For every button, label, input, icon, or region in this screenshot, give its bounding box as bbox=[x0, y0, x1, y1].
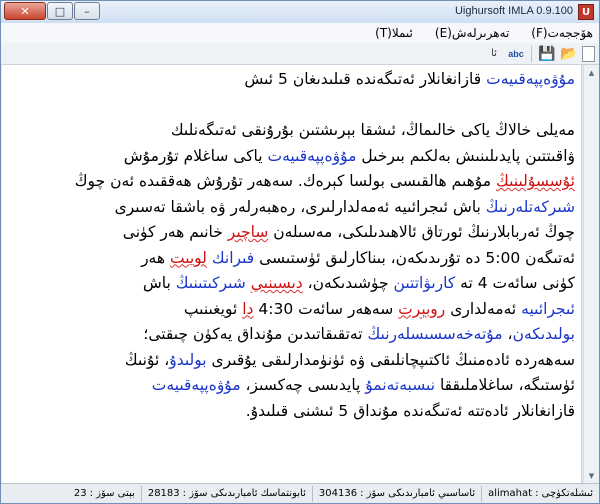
highlighted-word: شىركەتلەرنىڭ bbox=[485, 197, 575, 216]
app-logo-icon: U bbox=[578, 4, 594, 20]
text-run: باش bbox=[142, 274, 176, 292]
status-page-words: بېتى سۆز : 23 bbox=[68, 486, 141, 502]
document-line: مۇۋەپپەقىيەت قازانغانلار ئەتىگەندە قىلىد… bbox=[8, 67, 575, 93]
status-total-words-label: ئاساسىي ئامبارىدىكى سۆز : bbox=[360, 488, 476, 499]
status-custom-words-label: ئابونتماسك ئامبارىدىكى سۆز : bbox=[182, 488, 306, 499]
status-total-words-value: 304136 bbox=[318, 488, 358, 499]
text-run: ھەر bbox=[141, 248, 170, 267]
document-line: ۋاقىتتىن پايدىلىنىش بەلكىم بىرخىل مۇۋەپپ… bbox=[8, 144, 575, 170]
misspelled-word[interactable]: دا bbox=[242, 300, 253, 318]
document-line: بولىدىكەن، مۇتەخەسسىسلەرنىڭ تەتقىقاتىدىن… bbox=[8, 322, 575, 348]
toolbar: 📂 💾 abc ئا bbox=[1, 43, 599, 65]
open-folder-icon[interactable]: 📂 bbox=[560, 45, 578, 63]
highlighted-word: نىسبەتەنمۇ bbox=[365, 376, 436, 394]
text-run: ، bbox=[502, 325, 513, 343]
window-title: Uighursoft IMLA 0.9.100 bbox=[454, 5, 573, 17]
menu-bar: ھۆججەت(F) تەھرىرلەش(E) ئىملا(T) bbox=[1, 23, 599, 43]
status-bar: ئىشلەتكۈچى : alimahat ئاساسىي ئامبارىدىك… bbox=[1, 483, 599, 503]
scroll-down-arrow-icon[interactable]: ▼ bbox=[584, 468, 599, 483]
text-run: ۋاقىتتىن پايدىلىنىش بەلكىم بىرخىل bbox=[356, 146, 575, 165]
misspelled-word[interactable]: دىسىنىي bbox=[251, 274, 303, 292]
menu-edit[interactable]: تەھرىرلەش(E) bbox=[435, 26, 509, 40]
new-document-icon[interactable] bbox=[582, 45, 595, 62]
text-run: ياكى ساغلام تۇرمۇش bbox=[123, 146, 268, 165]
misspelled-word[interactable]: روبېرت bbox=[398, 300, 445, 318]
document-line: ئىجرائىيە ئەمەلدارى روبېرت سەھەر سائەت 4… bbox=[8, 297, 575, 323]
status-user-value: alimahat bbox=[488, 488, 533, 499]
highlighted-word: بولىدىكەن bbox=[512, 325, 575, 343]
document-line: مەيلى خالاڭ ياكى خالىماڭ، ئىشقا بېرىشتىن… bbox=[8, 118, 575, 144]
text-run: سەھەردە ئادەمنىڭ ئاكتىپچانلىقى ۋە ئۈنۈمد… bbox=[206, 350, 576, 369]
text-run: تەتقىقاتىدىن مۇنداق يەكۈن چىقتى؛ bbox=[143, 325, 368, 343]
highlighted-word: مۇتەخەسسىسلەرنىڭ bbox=[367, 325, 503, 343]
text-run: چوڭ ئەربابلارنىڭ ئورتاق ئالاھىدىلىكى، مە… bbox=[268, 223, 575, 241]
highlighted-word: بولىدۇ bbox=[169, 350, 207, 369]
text-run: ئۈستىگە، ساغلاملىققا bbox=[435, 376, 575, 394]
status-custom-words: ئابونتماسك ئامبارىدىكى سۆز : 28183 bbox=[140, 485, 312, 502]
text-run: قازانغانلار ئادەتتە ئەتىگەندە مۇنداق 5 ئ… bbox=[245, 401, 575, 420]
status-page-words-value: 23 bbox=[73, 488, 87, 499]
highlighted-word: مۇۋەپپەقىيەت bbox=[267, 146, 357, 165]
minimize-button[interactable]: – bbox=[74, 2, 100, 20]
document-line: قازانغانلار ئادەتتە ئەتىگەندە مۇنداق 5 ئ… bbox=[8, 399, 575, 425]
spell-check-icon[interactable]: abc bbox=[507, 45, 525, 63]
highlighted-word: كارىۋاتتىن bbox=[393, 274, 456, 292]
text-run: چۈشىدىكەن، bbox=[302, 274, 394, 292]
document-line: چوڭ ئەربابلارنىڭ ئورتاق ئالاھىدىلىكى، مە… bbox=[8, 220, 575, 246]
document-line: شىركەتلەرنىڭ باش ئىجرائىيە ئەمەلدارلىرى،… bbox=[8, 195, 575, 221]
document-line: ئۈستىگە، ساغلاملىققا نىسبەتەنمۇ پايدىسى … bbox=[8, 373, 575, 399]
window-controls: ✕ □ – bbox=[4, 2, 100, 20]
text-editor[interactable]: مۇۋەپپەقىيەت قازانغانلار ئەتىگەندە قىلىد… bbox=[2, 65, 582, 483]
highlighted-word: مۇۋەپپەقىيەت bbox=[486, 70, 575, 88]
status-user-label: ئىشلەتكۈچى : bbox=[535, 488, 593, 499]
status-total-words: ئاساسىي ئامبارىدىكى سۆز : 304136 bbox=[311, 485, 481, 502]
status-page-words-label: بېتى سۆز : bbox=[89, 488, 135, 499]
status-user: ئىشلەتكۈچى : alimahat bbox=[481, 485, 599, 502]
misspelled-word[interactable]: لويىت bbox=[170, 249, 207, 267]
status-custom-words-value: 28183 bbox=[147, 488, 180, 499]
app-window: ✕ □ – Uighursoft IMLA 0.9.100 U ھۆججەت(F… bbox=[0, 0, 600, 504]
toolbar-separator bbox=[531, 45, 532, 62]
menu-file[interactable]: ھۆججەت(F) bbox=[531, 26, 593, 40]
highlighted-word: مۇۋەپپەقىيەت bbox=[151, 376, 241, 394]
text-run: باش ئىجرائىيە ئەمەلدارلىرى، رەھبەرلەر ۋە… bbox=[114, 197, 486, 216]
text-run: قازانغانلار ئەتىگەندە قىلىدىغان 5 ئىش bbox=[244, 70, 487, 88]
text-run: مۇھىم ھالقىسى بولسا كېرەك. سەھەر تۇرۇش ھ… bbox=[74, 172, 497, 190]
vertical-scrollbar[interactable]: ▲ ▼ bbox=[583, 65, 599, 483]
document-line: ئۇسسۇلىنىڭ مۇھىم ھالقىسى بولسا كېرەك. سە… bbox=[8, 169, 575, 195]
document-line: ئەتىگەن 5:00 دە تۇرىدىكەن، بىناكارلىق ئۈ… bbox=[8, 246, 575, 272]
text-run: سەھەر سائەت 4:30 bbox=[253, 299, 399, 318]
text-run: ئويغىنىپ bbox=[183, 299, 243, 318]
title-bar: ✕ □ – Uighursoft IMLA 0.9.100 U bbox=[1, 1, 599, 23]
close-button[interactable]: ✕ bbox=[4, 2, 46, 20]
text-run: پايدىسى چەكسىز، bbox=[240, 376, 366, 394]
scroll-up-arrow-icon[interactable]: ▲ bbox=[584, 65, 599, 80]
document-line: كۈنى سائەت 4 تە كارىۋاتتىن چۈشىدىكەن، دى… bbox=[8, 271, 575, 297]
document-line: سەھەردە ئادەمنىڭ ئاكتىپچانلىقى ۋە ئۈنۈمد… bbox=[8, 348, 575, 374]
text-run: ئەتىگەن 5:00 دە تۇرىدىكەن، بىناكارلىق ئۈ… bbox=[254, 248, 575, 267]
language-icon[interactable]: ئا bbox=[485, 45, 503, 63]
text-run: ئەمەلدارى bbox=[445, 299, 522, 318]
text-run: ، ئۇنىڭ bbox=[124, 350, 170, 369]
maximize-button[interactable]: □ bbox=[47, 2, 73, 20]
highlighted-word: فىرانك bbox=[211, 248, 255, 267]
misspelled-word[interactable]: ساچىر bbox=[228, 223, 269, 241]
highlighted-word: ئىجرائىيە bbox=[521, 299, 575, 318]
text-run: خانىم ھەر كۈنى bbox=[122, 223, 228, 241]
misspelled-word[interactable]: ئۇسسۇلىنىڭ bbox=[496, 172, 575, 190]
highlighted-word: شىركىتىنىڭ bbox=[175, 274, 246, 292]
text-run: كۈنى سائەت 4 تە bbox=[455, 274, 575, 292]
menu-spell[interactable]: ئىملا(T) bbox=[375, 26, 413, 40]
save-disk-icon[interactable]: 💾 bbox=[538, 45, 556, 63]
text-run: مەيلى خالاڭ ياكى خالىماڭ، ئىشقا بېرىشتىن… bbox=[170, 121, 575, 139]
